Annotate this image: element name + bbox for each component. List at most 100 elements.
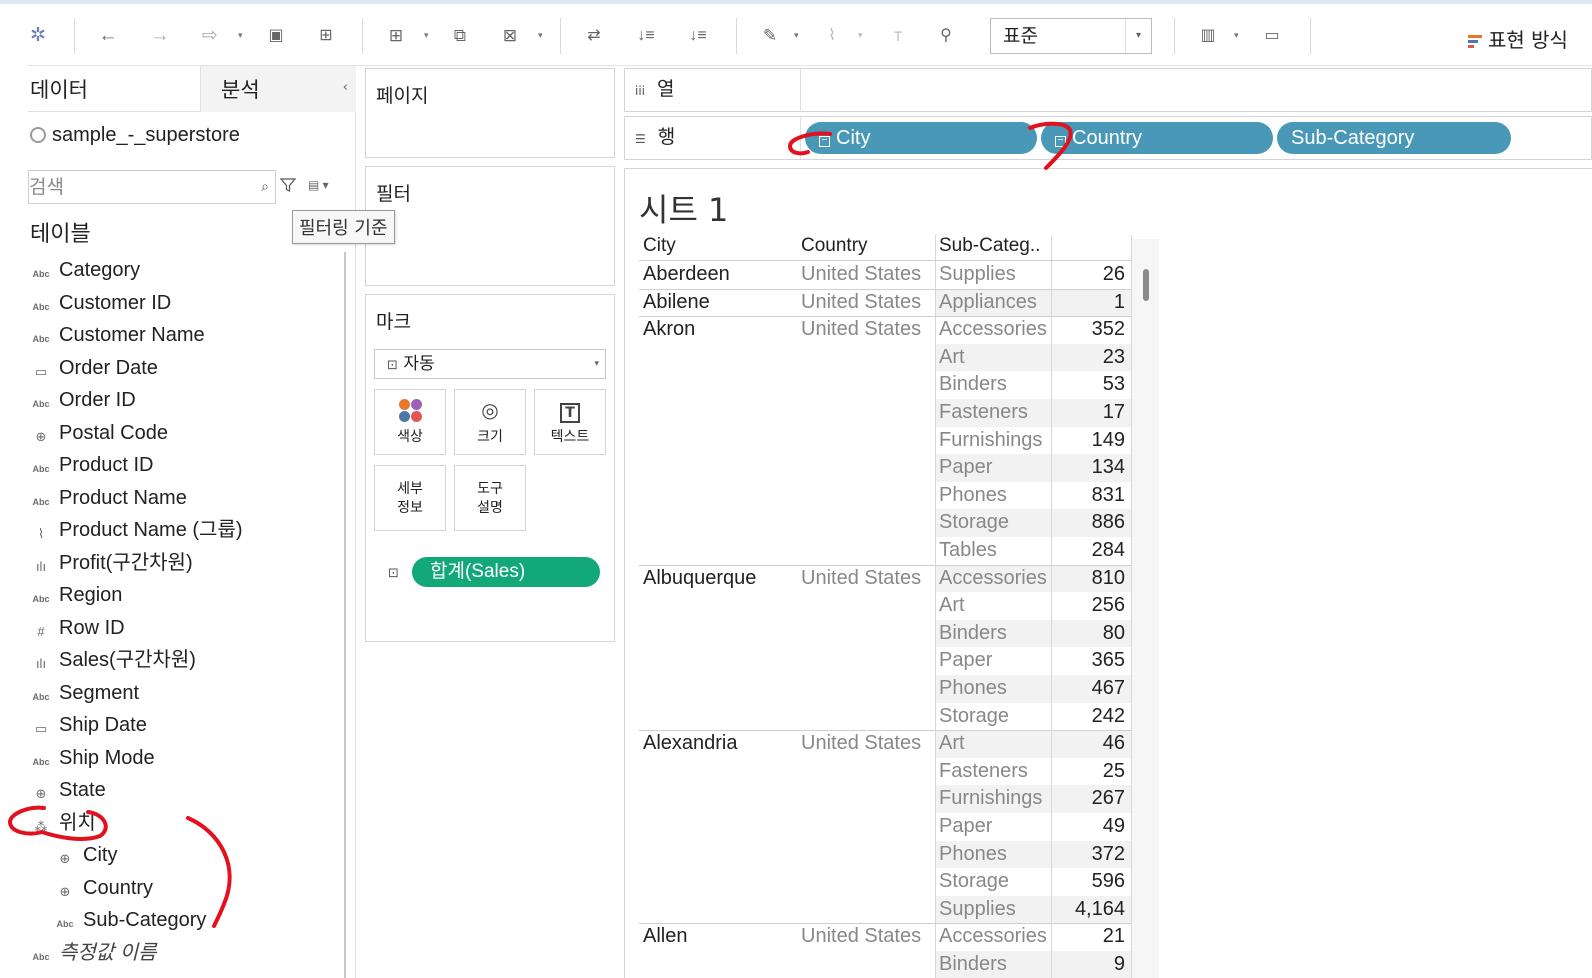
pages-card[interactable]: 페이지 [365,68,615,158]
new-worksheet-icon[interactable]: ⊞ [386,24,406,48]
show-cards-icon[interactable]: ▥ [1198,24,1218,48]
field-item[interactable]: ⊕ Country [28,874,338,907]
size-button[interactable]: ◎ 크기 [454,389,526,455]
table-row[interactable]: Aberdeen United States Supplies 26 [639,261,1131,289]
header-sub-category[interactable]: Sub-Categ.. [939,235,1040,257]
pin-icon[interactable]: ⚲ [936,24,956,48]
table-row[interactable]: Supplies 4,164 [639,896,1131,924]
filters-card[interactable]: 필터 [365,166,615,286]
field-item[interactable]: ▭ Ship Date [28,711,338,744]
field-item[interactable]: ⁂ 위치 [28,809,338,842]
show-labels-icon[interactable]: T [888,24,908,48]
table-row[interactable]: Storage 886 [639,509,1131,537]
redo-icon[interactable]: → [150,24,170,48]
chevron-down-icon[interactable]: ▾ [538,30,543,41]
new-datasource-icon[interactable]: ⊞ [316,24,336,48]
field-item[interactable]: Abc Customer Name [28,321,338,354]
table-row[interactable]: Allen United States Accessories 21 [639,923,1131,951]
replay-icon[interactable]: ⇨ [200,24,220,48]
text-button[interactable]: T 텍스트 [534,389,606,455]
filter-icon[interactable] [280,177,296,193]
table-row[interactable]: Art 23 [639,344,1131,372]
rows-shelf[interactable]: ☰ 행 − City − Country Sub-Category [624,116,1592,160]
table-row[interactable]: Storage 596 [639,868,1131,896]
view-list-icon[interactable]: ▤ ▾ [308,178,329,192]
table-row[interactable]: Art 256 [639,592,1131,620]
sum-sales-pill[interactable]: 합계(Sales) [412,557,600,587]
field-item[interactable]: Abc Ship Mode [28,744,338,777]
table-scroll-thumb[interactable] [1143,269,1149,301]
table-row[interactable]: Phones 372 [639,841,1131,869]
field-item[interactable]: Abc Region [28,581,338,614]
highlight-icon[interactable]: ✎ [760,24,780,48]
field-item[interactable]: ılı Sales(구간차원) [28,646,338,679]
row-pill-country[interactable]: − Country [1041,122,1273,154]
group-paperclip-icon[interactable]: ⌇ [822,24,842,48]
table-row[interactable]: Binders 80 [639,620,1131,648]
clear-sheet-icon[interactable]: ⊠ [500,24,520,48]
chevron-down-icon[interactable]: ▾ [794,30,799,41]
table-row[interactable]: Storage 242 [639,703,1131,731]
columns-shelf[interactable]: iii 열 [624,68,1592,112]
sheet-title[interactable]: 시트 1 [639,185,728,231]
field-item[interactable]: ⊕ Postal Code [28,419,338,452]
row-pill-city[interactable]: − City [805,122,1037,154]
field-item[interactable]: Abc Segment [28,679,338,712]
color-button[interactable]: 색상 [374,389,446,455]
row-pill-sub-category[interactable]: Sub-Category [1277,122,1511,154]
field-item[interactable]: ⌇ Product Name (그룹) [28,516,338,549]
table-row[interactable]: Binders 53 [639,371,1131,399]
table-row[interactable]: Akron United States Accessories 352 [639,316,1131,344]
collapse-hierarchy-icon[interactable]: − [1055,136,1066,147]
collapse-hierarchy-icon[interactable]: − [819,136,830,147]
table-scroll-track[interactable] [1131,239,1159,978]
sidebar-scrollbar[interactable] [344,252,346,978]
table-row[interactable]: Tables 284 [639,537,1131,565]
field-item[interactable]: Abc Product Name [28,484,338,517]
field-item[interactable]: ⊕ State [28,776,338,809]
collapse-icon[interactable]: ‹ [343,80,348,95]
chevron-down-icon[interactable]: ▾ [424,30,429,41]
field-item[interactable]: Abc Product ID [28,451,338,484]
table-row[interactable]: Fasteners 25 [639,758,1131,786]
swap-rows-columns-icon[interactable]: ⇄ [584,24,604,48]
table-row[interactable]: Albuquerque United States Accessories 810 [639,565,1131,593]
presentation-mode-icon[interactable]: ▭ [1262,24,1282,48]
sort-ascending-icon[interactable]: ↓≡ [636,24,656,48]
table-row[interactable]: Fasteners 17 [639,399,1131,427]
search-box[interactable]: ⌕ [28,170,276,204]
detail-button[interactable]: 세부 정보 [374,465,446,531]
table-row[interactable]: Abilene United States Appliances 1 [639,289,1131,317]
search-input[interactable] [29,171,229,203]
header-country[interactable]: Country [801,235,868,257]
field-item[interactable]: Abc Order ID [28,386,338,419]
sort-descending-icon[interactable]: ↓≡ [688,24,708,48]
field-item[interactable]: Abc 측정값 이름 [28,939,338,972]
table-row[interactable]: Phones 831 [639,482,1131,510]
field-item[interactable]: ▭ Order Date [28,354,338,387]
duplicate-sheet-icon[interactable]: ⧉ [450,24,470,48]
table-row[interactable]: Paper 134 [639,454,1131,482]
table-row[interactable]: Furnishings 149 [639,427,1131,455]
table-row[interactable]: Paper 49 [639,813,1131,841]
table-row[interactable]: Paper 365 [639,647,1131,675]
table-row[interactable]: Phones 467 [639,675,1131,703]
field-item[interactable]: Abc Category [28,256,338,289]
field-item[interactable]: # Row ID [28,614,338,647]
view-size-select[interactable]: 표준 ▾ [990,18,1152,54]
table-row[interactable]: Binders 9 [639,951,1131,978]
save-icon[interactable]: ▣ [266,24,286,48]
field-item[interactable]: ⊕ City [28,841,338,874]
tab-data[interactable]: 데이터 [30,74,88,104]
table-row[interactable]: Furnishings 267 [639,785,1131,813]
search-icon[interactable]: ⌕ [261,178,269,195]
field-item[interactable]: Abc Customer ID [28,289,338,322]
chevron-down-icon[interactable]: ▾ [238,30,243,41]
datasource-item[interactable]: sample_-_superstore [30,124,240,147]
chevron-down-icon[interactable]: ▾ [858,30,863,41]
tableau-logo-icon[interactable]: ✲ [28,24,48,48]
chevron-down-icon[interactable]: ▾ [1234,30,1239,41]
undo-icon[interactable]: ← [98,24,118,48]
header-city[interactable]: City [643,235,676,257]
field-item[interactable]: Abc Sub-Category [28,906,338,939]
